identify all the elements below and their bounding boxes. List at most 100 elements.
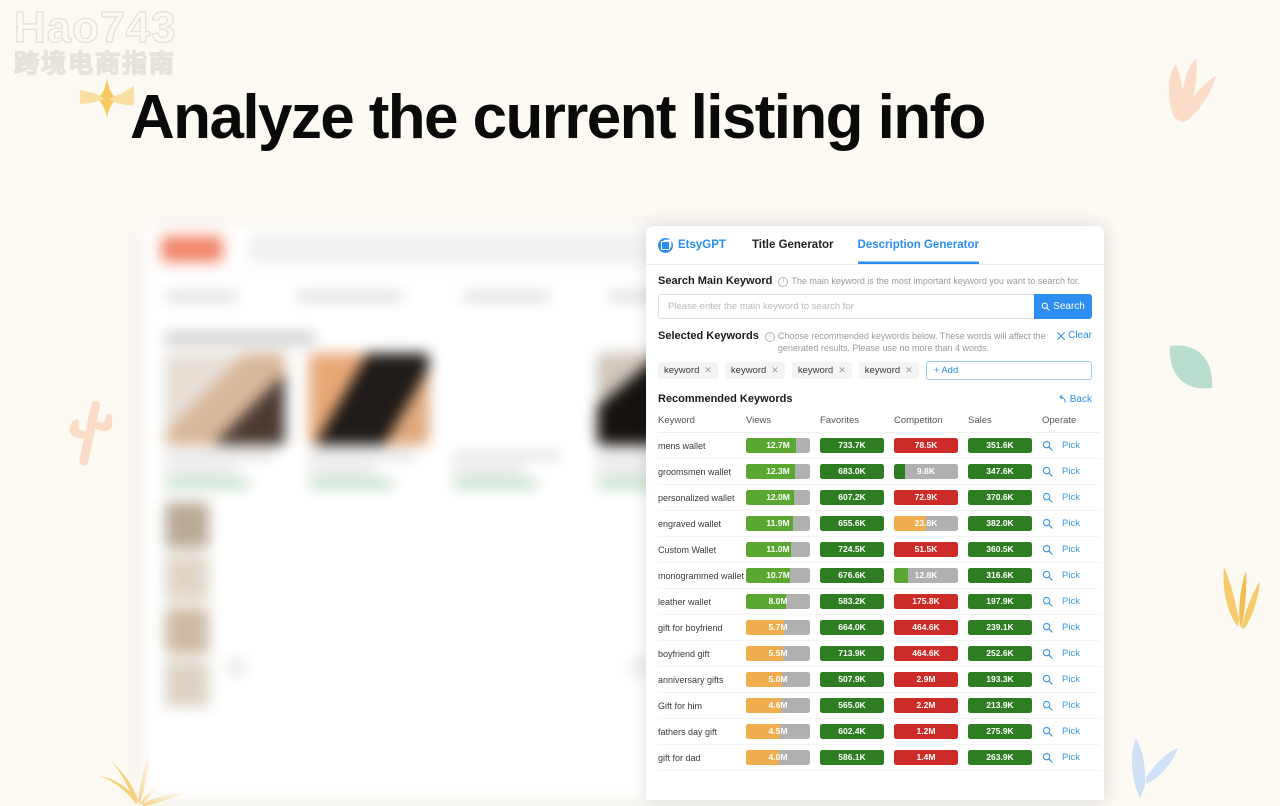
tab-description-generator[interactable]: Description Generator bbox=[858, 226, 979, 264]
magnifier-icon[interactable] bbox=[1042, 570, 1053, 582]
pick-button[interactable]: Pick bbox=[1062, 674, 1080, 685]
cell-views: 4.5M bbox=[746, 718, 820, 746]
table-header-row: Keyword Views Favorites Competiton Sales… bbox=[658, 411, 1100, 434]
pick-button[interactable]: Pick bbox=[1062, 596, 1080, 607]
cell-sales: 239.1K bbox=[968, 614, 1042, 642]
cell-operate: Pick bbox=[1042, 640, 1100, 668]
metric-bar: 5.7M bbox=[746, 620, 810, 636]
metric-value: 360.5K bbox=[986, 544, 1014, 555]
clear-button[interactable]: Clear bbox=[1057, 330, 1092, 341]
pick-button[interactable]: Pick bbox=[1062, 492, 1080, 503]
pick-button[interactable]: Pick bbox=[1062, 570, 1080, 581]
metric-bar: 1.2M bbox=[894, 724, 958, 740]
operate-actions: Pick bbox=[1042, 674, 1100, 685]
cell-sales: 351.6K bbox=[968, 432, 1042, 460]
chip-remove-icon[interactable]: ✕ bbox=[771, 365, 779, 376]
magnifier-icon[interactable] bbox=[1042, 544, 1053, 556]
keyword-chip[interactable]: keyword ✕ bbox=[724, 362, 785, 380]
selected-keywords-label: Selected Keywords bbox=[658, 330, 759, 343]
add-keyword-input[interactable]: + Add bbox=[925, 361, 1092, 381]
magnifier-icon[interactable] bbox=[1042, 674, 1053, 686]
cell-sales: 360.5K bbox=[968, 536, 1042, 564]
magnifier-icon[interactable] bbox=[1042, 596, 1053, 608]
blurred-product-card bbox=[309, 353, 429, 488]
blurred-prev-arrow bbox=[225, 656, 247, 678]
metric-bar: 507.9K bbox=[820, 672, 884, 688]
search-icon bbox=[1041, 302, 1050, 311]
pick-button[interactable]: Pick bbox=[1062, 700, 1080, 711]
cell-favorites: 664.0K bbox=[820, 614, 894, 642]
pick-button[interactable]: Pick bbox=[1062, 466, 1080, 477]
keyword-text: personalized wallet bbox=[658, 492, 735, 503]
cell-operate: Pick bbox=[1042, 510, 1100, 538]
metric-bar: 78.5K bbox=[894, 438, 958, 454]
table-row: gift for boyfriend 5.7M 664.0K 464.6K 239.1K… bbox=[658, 614, 1100, 642]
metric-bar: 316.6K bbox=[968, 568, 1032, 584]
cell-sales: 193.3K bbox=[968, 666, 1042, 694]
operate-actions: Pick bbox=[1042, 726, 1100, 737]
metric-value: 263.9K bbox=[986, 752, 1014, 763]
cell-competition: 464.6K bbox=[894, 640, 968, 668]
magnifier-icon[interactable] bbox=[1042, 622, 1053, 634]
pick-button[interactable]: Pick bbox=[1062, 726, 1080, 737]
search-input[interactable] bbox=[658, 294, 1034, 320]
operate-actions: Pick bbox=[1042, 596, 1100, 607]
cell-keyword: engraved wallet bbox=[658, 510, 746, 538]
metric-value: 213.9K bbox=[986, 700, 1014, 711]
chip-remove-icon[interactable]: ✕ bbox=[838, 365, 846, 376]
back-button[interactable]: Back bbox=[1058, 394, 1092, 405]
cell-competition: 51.5K bbox=[894, 536, 968, 564]
column-header-operate: Operate bbox=[1042, 411, 1100, 434]
magnifier-icon[interactable] bbox=[1042, 440, 1053, 452]
close-icon bbox=[1057, 331, 1065, 340]
magnifier-icon[interactable] bbox=[1042, 752, 1053, 764]
info-icon: i bbox=[764, 331, 775, 342]
metric-bar: 10.7M bbox=[746, 568, 810, 584]
cell-sales: 213.9K bbox=[968, 692, 1042, 720]
cell-operate: Pick bbox=[1042, 588, 1100, 616]
keyword-chip[interactable]: keyword ✕ bbox=[658, 362, 718, 380]
metric-bar: 464.6K bbox=[894, 620, 958, 636]
magnifier-icon[interactable] bbox=[1042, 466, 1053, 478]
watermark: Hao743 跨境电商指南 bbox=[13, 3, 177, 77]
chip-remove-icon[interactable]: ✕ bbox=[704, 365, 712, 376]
keyword-chip[interactable]: keyword ✕ bbox=[791, 362, 852, 380]
magnifier-icon[interactable] bbox=[1042, 700, 1053, 712]
column-header-keyword: Keyword bbox=[658, 411, 746, 434]
metric-bar: 5.5M bbox=[746, 646, 810, 662]
magnifier-icon[interactable] bbox=[1042, 492, 1053, 504]
cell-favorites: 607.2K bbox=[820, 484, 894, 512]
metric-value: 565.0K bbox=[838, 700, 866, 711]
tab-title-generator[interactable]: Title Generator bbox=[752, 226, 834, 264]
blurred-thumbnail-strip bbox=[165, 502, 209, 800]
chip-remove-icon[interactable]: ✕ bbox=[905, 365, 913, 376]
pick-button[interactable]: Pick bbox=[1062, 544, 1080, 555]
table-row: engraved wallet 11.9M 655.6K 23.8K 382.0K Pic… bbox=[658, 510, 1100, 538]
metric-value: 583.2K bbox=[838, 596, 866, 607]
cell-keyword: Gift for him bbox=[658, 692, 746, 720]
cell-views: 11.0M bbox=[746, 536, 820, 564]
pick-button[interactable]: Pick bbox=[1062, 518, 1080, 529]
keyword-text: monogrammed wallet bbox=[658, 570, 745, 581]
watermark-main-text: Hao743 bbox=[13, 3, 177, 52]
metric-bar: 5.0M bbox=[746, 672, 810, 688]
pick-button[interactable]: Pick bbox=[1062, 648, 1080, 659]
metric-value: 316.6K bbox=[986, 570, 1014, 581]
metric-bar: 464.6K bbox=[894, 646, 958, 662]
metric-bar: 602.4K bbox=[820, 724, 884, 740]
recommended-keywords-header: Recommended Keywords Back bbox=[658, 393, 1092, 405]
metric-bar: 175.8K bbox=[894, 594, 958, 610]
keyword-chip[interactable]: keyword ✕ bbox=[858, 362, 919, 380]
magnifier-icon[interactable] bbox=[1042, 648, 1053, 660]
keyword-text: boyfriend gift bbox=[658, 648, 710, 659]
magnifier-icon[interactable] bbox=[1042, 518, 1053, 530]
cell-views: 11.9M bbox=[746, 510, 820, 538]
search-button[interactable]: Search bbox=[1034, 294, 1092, 320]
magnifier-icon[interactable] bbox=[1042, 726, 1053, 738]
pick-button[interactable]: Pick bbox=[1062, 622, 1080, 633]
pick-button[interactable]: Pick bbox=[1062, 440, 1080, 451]
pick-button[interactable]: Pick bbox=[1062, 752, 1080, 763]
cell-sales: 197.9K bbox=[968, 588, 1042, 616]
metric-bar: 4.6M bbox=[746, 698, 810, 714]
metric-bar: 713.9K bbox=[820, 646, 884, 662]
